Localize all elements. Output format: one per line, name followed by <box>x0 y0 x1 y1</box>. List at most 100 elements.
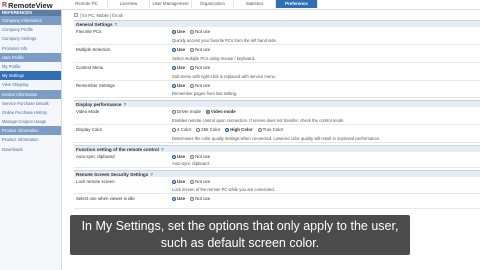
radio-option[interactable]: 256 Color <box>196 127 220 132</box>
setting-row: Favorite PCs Use Not use Quickly access you… <box>74 27 480 45</box>
radio-label: Not use <box>195 196 211 201</box>
nav-item-remote-pc[interactable]: Remote PC <box>66 0 108 8</box>
toolbar-text: | for PC, Mobile | for all <box>80 12 123 18</box>
radio-label: Driver mode <box>177 109 201 114</box>
radio-button[interactable] <box>196 127 201 132</box>
sidebar-item[interactable]: My Settings <box>0 71 61 81</box>
setting-options: Driver mode Video mode <box>172 109 236 114</box>
setting-label: Display Color <box>76 127 103 132</box>
setting-row: Select one when viewer is idle Use Not use <box>74 194 480 209</box>
radio-option[interactable]: Video mode <box>205 109 236 114</box>
radio-button[interactable] <box>172 196 176 201</box>
radio-button[interactable] <box>172 127 176 132</box>
top-nav: Remote PC LiveView User Management Organiza… <box>66 0 318 8</box>
nav-item-liveview[interactable]: LiveView <box>108 0 150 8</box>
sidebar-item[interactable]: Promoter Info <box>0 44 61 53</box>
sidebar-item[interactable]: Manage Coupon Usage <box>0 117 61 126</box>
radio-label: Not use <box>195 83 211 88</box>
radio-label: Not use <box>195 65 211 70</box>
sidebar-item[interactable]: Company Settings <box>0 34 61 43</box>
setting-label: Multiple Selection <box>76 47 111 52</box>
radio-option[interactable]: Not use <box>190 29 210 34</box>
radio-button[interactable] <box>172 65 176 70</box>
radio-button[interactable] <box>172 29 176 34</box>
radio-option[interactable]: 4 Color <box>172 127 191 132</box>
setting-options: Use Not use <box>172 65 210 70</box>
nav-item-statistics[interactable]: Statistics <box>234 0 276 8</box>
sidebar: REFERENCES Company Information Company Pr… <box>0 10 62 270</box>
setting-label: Auto-sync clipboard <box>76 154 115 159</box>
setting-label: Video Mode <box>76 109 100 114</box>
radio-button[interactable] <box>257 127 262 132</box>
radio-button[interactable] <box>190 83 195 88</box>
caption-line-2: such as default screen color. <box>160 236 320 250</box>
radio-button[interactable] <box>172 154 176 159</box>
radio-option[interactable]: Use <box>172 179 185 184</box>
radio-label: Not use <box>195 29 211 34</box>
nav-item-user-management[interactable]: User Management <box>150 0 192 8</box>
nav-item-organization[interactable]: Organization <box>192 0 234 8</box>
radio-button[interactable] <box>190 65 195 70</box>
sidebar-item[interactable]: My Profile <box>0 62 61 71</box>
radio-option[interactable]: Not use <box>190 154 210 159</box>
radio-button[interactable] <box>205 109 210 114</box>
radio-option[interactable]: Not use <box>190 65 210 70</box>
radio-option[interactable]: Not use <box>190 83 210 88</box>
radio-option[interactable]: High Color <box>225 127 253 132</box>
pc-mobile-icon <box>74 13 78 17</box>
sidebar-list: Company Information Company Profile Compan… <box>0 16 61 154</box>
sidebar-item[interactable]: Product Information <box>0 135 61 144</box>
radio-button[interactable] <box>172 83 176 88</box>
radio-label: Not use <box>195 47 211 52</box>
section-header: Display performance? <box>74 100 480 107</box>
setting-row: Lock remote screen Use Not use Lock screen … <box>74 177 480 194</box>
radio-option[interactable]: Use <box>172 65 185 70</box>
radio-option[interactable]: Not use <box>190 179 210 184</box>
radio-button[interactable] <box>172 47 176 52</box>
radio-option[interactable]: Use <box>172 154 185 159</box>
radio-option[interactable]: Use <box>172 29 185 34</box>
setting-description: Remember pages from last setting. <box>172 91 238 96</box>
section-header: Remote Screen Security Settings? <box>74 170 480 177</box>
radio-option[interactable]: True Color <box>257 127 283 132</box>
setting-description: Quickly access your favorite PCs from th… <box>172 38 277 43</box>
sidebar-item[interactable]: Service Purchase Details <box>0 99 61 108</box>
setting-row: Auto-sync clipboard Use Not use Auto-sync c… <box>74 152 480 168</box>
radio-button[interactable] <box>172 179 176 184</box>
setting-options: Use Not use <box>172 47 210 52</box>
radio-button[interactable] <box>190 179 195 184</box>
sidebar-item[interactable]: View Shipping <box>0 80 61 89</box>
setting-row: Context Menu Use Not use Sub-menu with righ… <box>74 63 480 81</box>
setting-options: Use Not use <box>172 83 210 88</box>
nav-item-preference[interactable]: Preference <box>276 0 318 8</box>
setting-description: Lock screen of the remote PC while you a… <box>172 187 275 192</box>
radio-button[interactable] <box>190 29 195 34</box>
radio-label: Not use <box>195 179 211 184</box>
radio-option[interactable]: Driver mode <box>172 109 201 114</box>
radio-button[interactable] <box>172 109 176 114</box>
radio-label: Use <box>177 196 186 201</box>
sidebar-item[interactable]: Online Purchase History <box>0 108 61 117</box>
radio-option[interactable]: Use <box>172 196 185 201</box>
sidebar-item[interactable]: Company Profile <box>0 25 61 34</box>
sidebar-section-header: Company Information <box>0 16 61 26</box>
setting-label: Context Menu <box>76 65 104 70</box>
section-header: General Settings? <box>74 20 480 27</box>
sidebar-section-header: Invoice Information <box>0 89 61 99</box>
radio-option[interactable]: Use <box>172 47 185 52</box>
radio-label: 256 Color <box>201 127 221 132</box>
radio-label: Use <box>177 179 186 184</box>
radio-option[interactable]: Use <box>172 83 185 88</box>
radio-button[interactable] <box>190 47 195 52</box>
sidebar-item[interactable]: Downloads <box>0 145 61 154</box>
radio-option[interactable]: Not use <box>190 196 210 201</box>
section-header: Function setting of the remote control? <box>74 145 480 152</box>
radio-label: Video mode <box>210 109 236 114</box>
setting-label: Lock remote screen <box>76 179 115 184</box>
radio-button[interactable] <box>225 127 230 132</box>
app-logo[interactable]: R RemoteView <box>2 1 53 10</box>
radio-option[interactable]: Not use <box>190 47 210 52</box>
radio-button[interactable] <box>190 196 195 201</box>
logo-mark: R <box>2 2 8 9</box>
radio-button[interactable] <box>190 154 195 159</box>
